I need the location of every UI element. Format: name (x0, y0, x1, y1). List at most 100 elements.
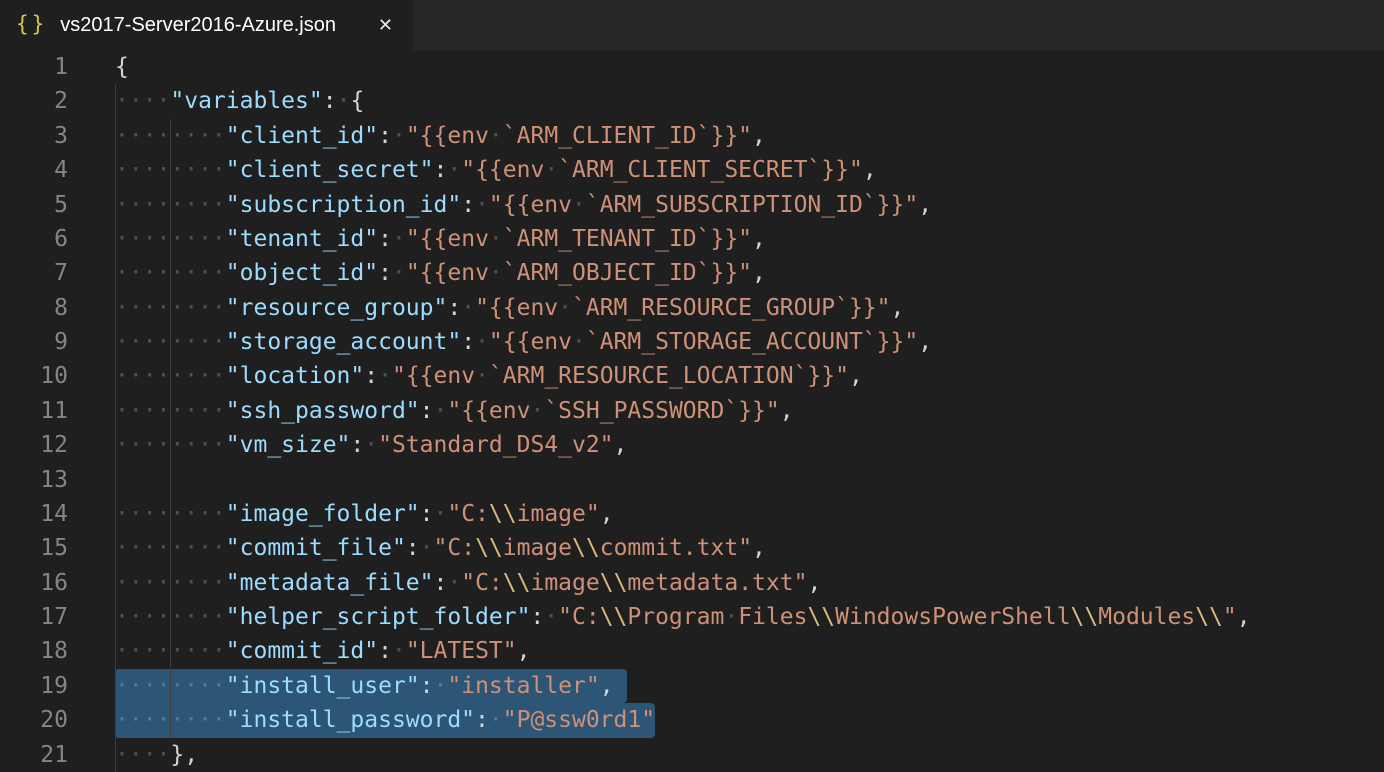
code-token: "C: (558, 604, 600, 630)
code-text: ········"commit_file":·"C:\\image\\commi… (115, 535, 766, 561)
line-number[interactable]: 1 (0, 50, 115, 84)
code-line[interactable]: 16········"metadata_file":·"C:\\image\\m… (0, 566, 1384, 600)
code-line[interactable]: 13 (0, 463, 1384, 497)
code-token: "commit_file" (226, 535, 406, 561)
code-line[interactable]: 11········"ssh_password":·"{{env·`SSH_PA… (0, 394, 1384, 428)
code-token: , (752, 535, 766, 561)
code-editor[interactable]: 1{2····"variables":·{3········"client_id… (0, 50, 1384, 772)
code-token: ········ (115, 673, 226, 699)
code-token: \\ (572, 535, 600, 561)
tab-title: vs2017-Server2016-Azure.json (60, 14, 361, 37)
code-text: ········"client_id":·"{{env·`ARM_CLIENT_… (115, 123, 766, 149)
code-line[interactable]: 9········"storage_account":·"{{env·`ARM_… (0, 325, 1384, 359)
code-token: , (918, 192, 932, 218)
code-token: "{{env (475, 295, 558, 321)
code-line[interactable]: 20········"install_password":·"P@ssw0rd1… (0, 703, 1384, 737)
code-line[interactable]: 6········"tenant_id":·"{{env·`ARM_TENANT… (0, 222, 1384, 256)
line-number[interactable]: 3 (0, 119, 115, 153)
code-token: ········ (115, 432, 226, 458)
code-token: "{{env (489, 329, 572, 355)
code-token: : (434, 570, 448, 596)
line-number[interactable]: 15 (0, 531, 115, 565)
line-number[interactable]: 20 (0, 703, 115, 737)
line-number[interactable]: 5 (0, 188, 115, 222)
code-line[interactable]: 18········"commit_id":·"LATEST", (0, 634, 1384, 668)
code-token: , (614, 432, 628, 458)
code-token: · (572, 329, 586, 355)
code-line[interactable]: 5········"subscription_id":·"{{env·`ARM_… (0, 188, 1384, 222)
line-number[interactable]: 9 (0, 325, 115, 359)
code-token: "{{env (447, 398, 530, 424)
code-token: "Standard_DS4_v2" (378, 432, 613, 458)
code-token: "location" (226, 363, 364, 389)
code-line[interactable]: 8········"resource_group":·"{{env·`ARM_R… (0, 291, 1384, 325)
code-line[interactable]: 17········"helper_script_folder":·"C:\\P… (0, 600, 1384, 634)
close-icon[interactable]: ✕ (374, 13, 397, 38)
code-token: , (752, 226, 766, 252)
code-line[interactable]: 3········"client_id":·"{{env·`ARM_CLIENT… (0, 119, 1384, 153)
code-token: "tenant_id" (226, 226, 378, 252)
code-line[interactable]: 19········"install_user":·"installer", (0, 669, 1384, 703)
code-token: metadata.txt" (627, 570, 807, 596)
code-token: · (447, 570, 461, 596)
code-line[interactable]: 2····"variables":·{ (0, 84, 1384, 118)
line-number[interactable]: 11 (0, 394, 115, 428)
code-token: "helper_script_folder" (226, 604, 531, 630)
code-token: · (558, 295, 572, 321)
code-token: ········ (115, 638, 226, 664)
code-token: "P@ssw0rd1" (503, 707, 655, 733)
code-token: : (434, 157, 448, 183)
code-line[interactable]: 10········"location":·"{{env·`ARM_RESOUR… (0, 359, 1384, 393)
indent-guide (170, 463, 171, 497)
code-token: · (724, 604, 738, 630)
code-token: ········ (115, 535, 226, 561)
code-token: , (849, 363, 863, 389)
line-number[interactable]: 8 (0, 291, 115, 325)
code-text: ········"subscription_id":·"{{env·`ARM_S… (115, 192, 932, 218)
code-token: "{{env (406, 123, 489, 149)
code-token: , (752, 260, 766, 286)
line-number[interactable]: 13 (0, 463, 115, 497)
indent-guide (115, 463, 116, 497)
code-token: · (364, 432, 378, 458)
line-number[interactable]: 7 (0, 256, 115, 290)
json-file-icon: {} (16, 12, 47, 36)
code-token: "metadata_file" (226, 570, 434, 596)
code-token: ········ (115, 192, 226, 218)
line-number[interactable]: 21 (0, 738, 115, 772)
line-number[interactable]: 14 (0, 497, 115, 531)
code-line[interactable]: 7········"object_id":·"{{env·`ARM_OBJECT… (0, 256, 1384, 290)
code-line[interactable]: 1{ (0, 50, 1384, 84)
code-text: ········"resource_group":·"{{env·`ARM_RE… (115, 295, 904, 321)
code-token: `ARM_STORAGE_ACCOUNT`}}" (586, 329, 918, 355)
code-token: , (1237, 604, 1251, 630)
code-line[interactable]: 21····}, (0, 738, 1384, 772)
code-token: · (434, 398, 448, 424)
code-token: , (780, 398, 794, 424)
tab-vs2017-server2016-azure-json[interactable]: {} vs2017-Server2016-Azure.json ✕ (0, 0, 413, 50)
line-number[interactable]: 6 (0, 222, 115, 256)
code-token: , (517, 638, 531, 664)
code-line[interactable]: 15········"commit_file":·"C:\\image\\com… (0, 531, 1384, 565)
code-token: "object_id" (226, 260, 378, 286)
line-number[interactable]: 4 (0, 153, 115, 187)
code-token: ········ (115, 707, 226, 733)
code-line[interactable]: 14········"image_folder":·"C:\\image", (0, 497, 1384, 531)
code-token: `ARM_TENANT_ID`}}" (503, 226, 752, 252)
line-number[interactable]: 16 (0, 566, 115, 600)
code-line[interactable]: 4········"client_secret":·"{{env·`ARM_CL… (0, 153, 1384, 187)
code-token: \\ (600, 570, 628, 596)
code-line[interactable]: 12········"vm_size":·"Standard_DS4_v2", (0, 428, 1384, 462)
line-number[interactable]: 17 (0, 600, 115, 634)
code-token: ········ (115, 260, 226, 286)
line-number[interactable]: 18 (0, 634, 115, 668)
code-token: `ARM_CLIENT_ID`}}" (503, 123, 752, 149)
code-token: · (378, 363, 392, 389)
code-token: ········ (115, 501, 226, 527)
line-number[interactable]: 19 (0, 669, 115, 703)
line-number[interactable]: 10 (0, 359, 115, 393)
code-token: : (323, 88, 337, 114)
code-token: \\ (489, 501, 517, 527)
line-number[interactable]: 2 (0, 84, 115, 118)
line-number[interactable]: 12 (0, 428, 115, 462)
